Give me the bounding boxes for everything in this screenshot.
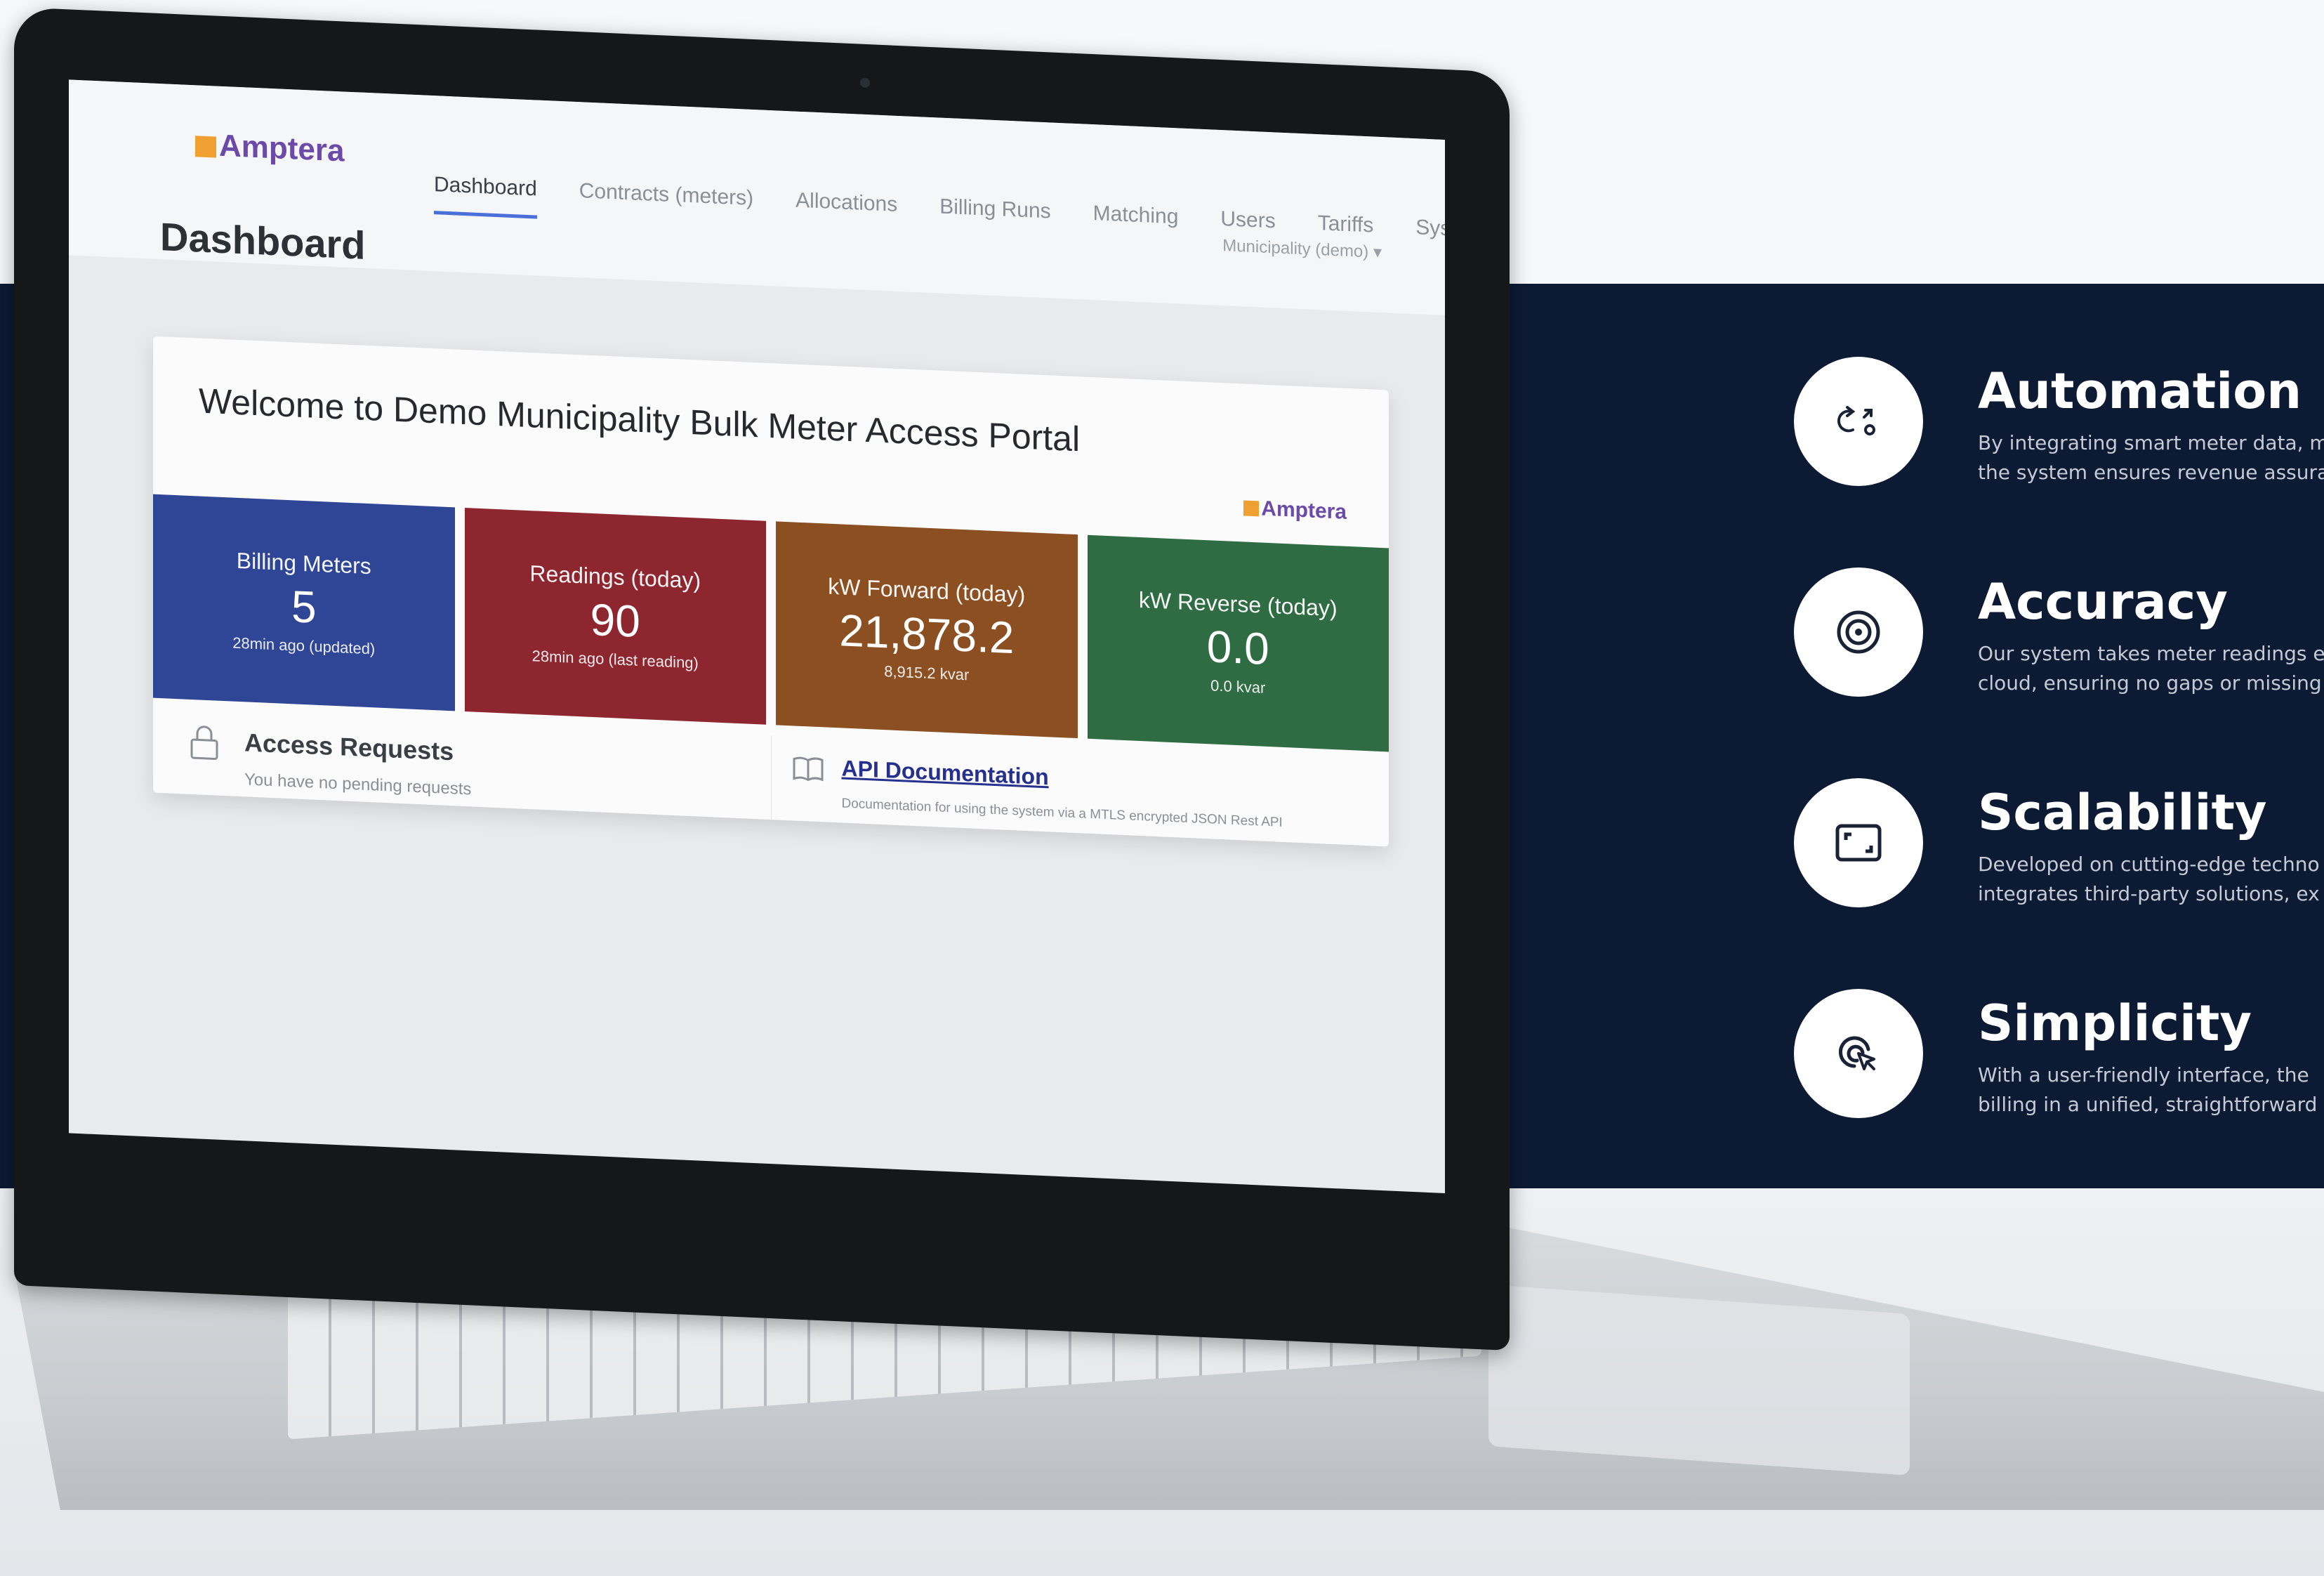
laptop-bezel: Amptera Dashboard Dashboard Contracts (m… <box>14 7 1510 1351</box>
tile-value: 90 <box>590 593 640 647</box>
feature-title: Scalability <box>1978 784 2267 841</box>
feature-description-line: billing in a unified, straightforward <box>1978 1093 2318 1116</box>
book-icon <box>793 756 823 782</box>
api-documentation-link[interactable]: API Documentation <box>842 755 1049 790</box>
logo-mark-icon <box>195 136 216 158</box>
stat-tiles: Billing Meters 5 28min ago (updated) Rea… <box>153 494 1389 752</box>
tile-value: 5 <box>291 580 317 633</box>
feature-title: Simplicity <box>1978 994 2252 1052</box>
lock-icon <box>190 725 218 760</box>
trackpad <box>1488 1285 1910 1476</box>
nav-tab-allocations[interactable]: Allocations <box>795 189 897 235</box>
laptop-lid: Amptera Dashboard Dashboard Contracts (m… <box>14 7 1510 1351</box>
app-logo-text: Amptera <box>219 128 345 169</box>
feature-icon-circle <box>1794 778 1923 907</box>
access-requests-panel: Access Requests You have no pending requ… <box>153 709 771 820</box>
welcome-card: Welcome to Demo Municipality Bulk Meter … <box>153 336 1389 847</box>
chevron-down-icon: ▾ <box>1373 242 1382 263</box>
feature-title: Accuracy <box>1978 573 2228 631</box>
nav-tab-system[interactable]: System <box>1415 216 1445 260</box>
card-logo-text: Amptera <box>1261 497 1347 524</box>
nav-tab-billing-runs[interactable]: Billing Runs <box>939 195 1050 242</box>
automation-icon <box>1837 406 1875 435</box>
tile-value: 21,878.2 <box>839 604 1015 663</box>
nav-tab-dashboard[interactable]: Dashboard <box>434 173 537 219</box>
tile-readings[interactable]: Readings (today) 90 28min ago (last read… <box>464 508 766 725</box>
feature-description-line: By integrating smart meter data, m <box>1978 431 2324 454</box>
card-logo-mark-icon <box>1243 500 1260 517</box>
feature-description: With a user-friendly interface, the bill… <box>1978 1060 2324 1119</box>
feature-description: Our system takes meter readings e cloud,… <box>1978 639 2324 698</box>
app-logo[interactable]: Amptera <box>195 127 345 169</box>
laptop-screen: Amptera Dashboard Dashboard Contracts (m… <box>69 79 1445 1193</box>
expand-icon <box>1835 824 1882 862</box>
access-requests-title: Access Requests <box>244 728 454 766</box>
feature-description-line: integrates third-party solutions, ex <box>1978 882 2320 905</box>
api-documentation-description: Documentation for using the system via a… <box>841 796 1283 830</box>
tile-billing-meters[interactable]: Billing Meters 5 28min ago (updated) <box>153 494 455 711</box>
api-docs-panel: API Documentation Documentation for usin… <box>770 735 1389 847</box>
card-logo: Amptera <box>1243 496 1347 524</box>
feature-icon-circle <box>1794 357 1923 486</box>
feature-description-line: cloud, ensuring no gaps or missing <box>1978 671 2322 695</box>
click-icon <box>1838 1036 1875 1070</box>
nav-tab-matching[interactable]: Matching <box>1093 202 1179 247</box>
nav-tab-contracts[interactable]: Contracts (meters) <box>579 179 753 228</box>
target-icon <box>1837 610 1880 654</box>
camera-icon <box>860 77 870 88</box>
access-requests-status: You have no pending requests <box>244 770 472 799</box>
feature-description-line: Our system takes meter readings e <box>1978 642 2324 665</box>
feature-description: By integrating smart meter data, m the s… <box>1978 428 2324 487</box>
app-header: Amptera Dashboard Dashboard Contracts (m… <box>69 79 1445 315</box>
page-title: Dashboard <box>160 214 366 268</box>
feature-description-line: With a user-friendly interface, the <box>1978 1063 2309 1086</box>
feature-description-line: Developed on cutting-edge techno <box>1978 853 2320 876</box>
welcome-heading: Welcome to Demo Municipality Bulk Meter … <box>199 381 1081 459</box>
feature-description: Developed on cutting-edge techno integra… <box>1978 850 2324 909</box>
tile-kw-reverse[interactable]: kW Reverse (today) 0.0 0.0 kvar <box>1087 534 1389 752</box>
tile-value: 0.0 <box>1206 620 1269 674</box>
feature-icon-circle <box>1794 989 1923 1118</box>
tile-kw-forward[interactable]: kW Forward (today) 21,878.2 8,915.2 kvar <box>776 521 1078 739</box>
feature-icon-circle <box>1794 567 1923 697</box>
feature-description-line: the system ensures revenue assura <box>1978 461 2324 484</box>
feature-title: Automation <box>1978 362 2302 420</box>
